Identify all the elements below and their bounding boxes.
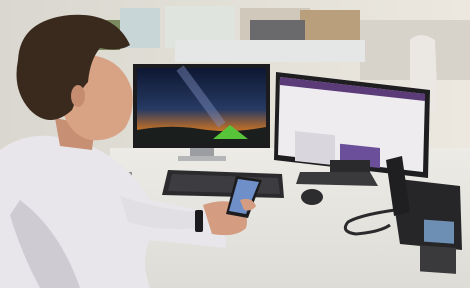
wristwatch: [195, 210, 203, 232]
mouse: [301, 189, 323, 205]
right-monitor-stand: [330, 160, 370, 174]
office-desk-photo: [0, 0, 470, 288]
right-monitor-base: [296, 172, 378, 186]
background-shelf: [300, 10, 360, 40]
webpage-text-block: [295, 131, 335, 166]
person-ear: [71, 85, 85, 107]
desk-phone-display: [424, 219, 454, 244]
left-monitor-base: [178, 156, 226, 161]
desk-phone-keypad: [420, 245, 456, 274]
photo-canvas: [0, 0, 470, 288]
background-partition: [175, 40, 365, 62]
